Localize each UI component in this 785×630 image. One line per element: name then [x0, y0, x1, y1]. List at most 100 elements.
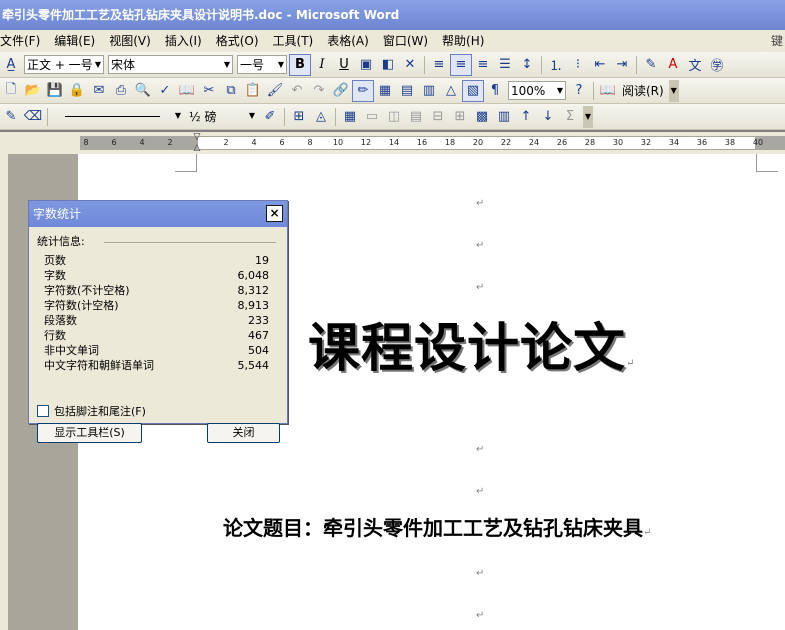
print-preview-icon[interactable]: 🔍 [132, 80, 154, 102]
line-spacing-icon[interactable]: ↕ [516, 54, 538, 76]
merge-cells-icon[interactable]: ▭ [361, 106, 383, 128]
style-select[interactable]: 正文 + 一号 ▼ [24, 55, 104, 74]
sort-ascending-icon[interactable]: ↑ [515, 106, 537, 128]
read-icon[interactable]: 📖 [597, 80, 619, 102]
drawing-icon[interactable]: △ [440, 80, 462, 102]
align-center-icon[interactable]: ≡ [450, 53, 472, 76]
styles-pane-icon[interactable]: A̲ [0, 54, 22, 76]
word-count-dialog[interactable]: 字数统计 × 统计信息: 页数 19 字数 6,048 字符数(不计空格) 8,312… [28, 200, 288, 443]
borders-icon[interactable]: ⊞ [288, 106, 310, 128]
change-text-direction-icon[interactable]: ▥ [493, 106, 515, 128]
document-map-icon[interactable]: ▧ [462, 79, 484, 102]
spelling-icon[interactable]: ✓ [154, 80, 176, 102]
eraser-icon[interactable]: ⌫ [22, 106, 44, 128]
font-select[interactable]: 宋体 ▼ [108, 55, 233, 74]
sort-descending-icon[interactable]: ↓ [537, 106, 559, 128]
ask-question-hint[interactable]: 键 [771, 30, 783, 52]
menu-help[interactable]: 帮助(H) [435, 30, 491, 52]
show-toolbar-button[interactable]: 显示工具栏(S) [37, 423, 142, 443]
font-size-select[interactable]: 一号 ▼ [237, 55, 287, 74]
highlight-icon[interactable]: ✎ [640, 54, 662, 76]
border-color-icon[interactable]: ✐ [259, 106, 281, 128]
dialog-title-bar[interactable]: 字数统计 × [29, 201, 287, 227]
redo-icon[interactable]: ↷ [308, 80, 330, 102]
enclose-characters-icon[interactable]: ㊫ [706, 54, 728, 76]
bullets-icon[interactable]: ⁝ [567, 54, 589, 76]
zoom-select[interactable]: 100% ▼ [508, 81, 566, 100]
menu-format[interactable]: 格式(O) [209, 30, 266, 52]
insert-table-icon[interactable]: ▦ [374, 80, 396, 102]
line-style-select[interactable]: ▼ [53, 107, 183, 126]
shading-color-icon[interactable]: ◬ [310, 106, 332, 128]
distribute-columns-icon[interactable]: ⊞ [449, 106, 471, 128]
font-value: 宋体 [111, 58, 136, 72]
format-painter-icon[interactable]: 🖌 [264, 80, 286, 102]
character-scaling-icon[interactable]: ✕ [399, 54, 421, 76]
ruler-tick: 34 [668, 138, 680, 147]
character-border-icon[interactable]: ▣ [355, 54, 377, 76]
toolbar-options-icon[interactable]: ▼ [668, 79, 679, 102]
include-footnotes-label[interactable]: 包括脚注和尾注(F) [54, 403, 146, 419]
permission-icon[interactable]: 🔒 [66, 80, 88, 102]
research-icon[interactable]: 📖 [176, 80, 198, 102]
draw-table-icon[interactable]: ✎ [0, 106, 22, 128]
columns-icon[interactable]: ▥ [418, 80, 440, 102]
toolbar-separator [424, 55, 425, 74]
decrease-indent-icon[interactable]: ⇤ [589, 54, 611, 76]
menu-file[interactable]: 文件(F) [0, 30, 47, 52]
menu-table[interactable]: 表格(A) [320, 30, 376, 52]
split-cells-icon[interactable]: ◫ [383, 106, 405, 128]
line-weight-select[interactable]: ½ 磅 ▼ [187, 107, 257, 126]
menu-tools[interactable]: 工具(T) [266, 30, 321, 52]
undo-icon[interactable]: ↶ [286, 80, 308, 102]
increase-indent-icon[interactable]: ⇥ [611, 54, 633, 76]
insert-excel-icon[interactable]: ▤ [396, 80, 418, 102]
indent-marker-icon[interactable]: ▽ △ [192, 132, 202, 154]
font-color-icon[interactable]: A [662, 54, 684, 76]
show-hide-icon[interactable]: ¶ [484, 80, 506, 102]
underline-button[interactable]: U [333, 54, 355, 76]
open-icon[interactable]: 📂 [22, 80, 44, 102]
autosum-icon[interactable]: Σ [559, 106, 581, 128]
line-weight-value: ½ 磅 [189, 110, 217, 124]
hyperlink-icon[interactable]: 🔗 [330, 80, 352, 102]
chevron-down-icon: ▼ [94, 60, 101, 69]
email-icon[interactable]: ✉ [88, 80, 110, 102]
distribute-rows-icon[interactable]: ⊟ [427, 106, 449, 128]
menu-window[interactable]: 窗口(W) [376, 30, 435, 52]
toolbar-options-icon[interactable]: ▼ [583, 105, 593, 128]
character-shading-icon[interactable]: ◧ [377, 54, 399, 76]
close-icon[interactable]: × [266, 205, 283, 222]
menu-edit[interactable]: 编辑(E) [47, 30, 102, 52]
align-right-icon[interactable]: ≡ [472, 54, 494, 76]
paste-icon[interactable]: 📋 [242, 80, 264, 102]
menu-view[interactable]: 视图(V) [102, 30, 158, 52]
stat-value: 467 [248, 329, 269, 342]
phonetic-guide-icon[interactable]: 文 [684, 54, 706, 76]
ruler-tick: 28 [584, 138, 596, 147]
window-title-bar[interactable]: 牵引头零件加工工艺及钻孔钻床夹具设计说明书.doc - Microsoft Wo… [0, 0, 785, 30]
copy-icon[interactable]: ⧉ [220, 80, 242, 102]
paragraph-mark: ↵ [476, 568, 485, 579]
italic-button[interactable]: I [311, 54, 333, 76]
save-icon[interactable]: 💾 [44, 80, 66, 102]
menu-insert[interactable]: 插入(I) [158, 30, 209, 52]
include-footnotes-checkbox[interactable] [37, 405, 49, 417]
tables-borders-icon[interactable]: ✏ [352, 79, 374, 102]
include-footnotes-option[interactable]: 包括脚注和尾注(F) [37, 403, 146, 419]
help-icon[interactable]: ? [568, 80, 590, 102]
table-autoformat-icon[interactable]: ▩ [471, 106, 493, 128]
read-button[interactable]: 阅读(R) [619, 82, 667, 99]
numbering-icon[interactable]: ⒈ [545, 54, 567, 76]
close-button[interactable]: 关闭 [207, 423, 280, 443]
insert-table-icon[interactable]: ▦ [339, 106, 361, 128]
align-left-icon[interactable]: ≡ [428, 54, 450, 76]
cut-icon[interactable]: ✂ [198, 80, 220, 102]
bold-button[interactable]: B [289, 53, 311, 76]
print-icon[interactable]: ⎙ [110, 80, 132, 102]
new-document-icon[interactable]: 🗋 [0, 80, 22, 102]
align-cell-icon[interactable]: ▤ [405, 106, 427, 128]
justify-icon[interactable]: ☰ [494, 54, 516, 76]
paragraph-mark: ↵ [476, 282, 485, 293]
horizontal-ruler[interactable]: 8 6 4 2 2 4 6 8 10 12 14 16 18 20 22 24 … [0, 132, 785, 154]
